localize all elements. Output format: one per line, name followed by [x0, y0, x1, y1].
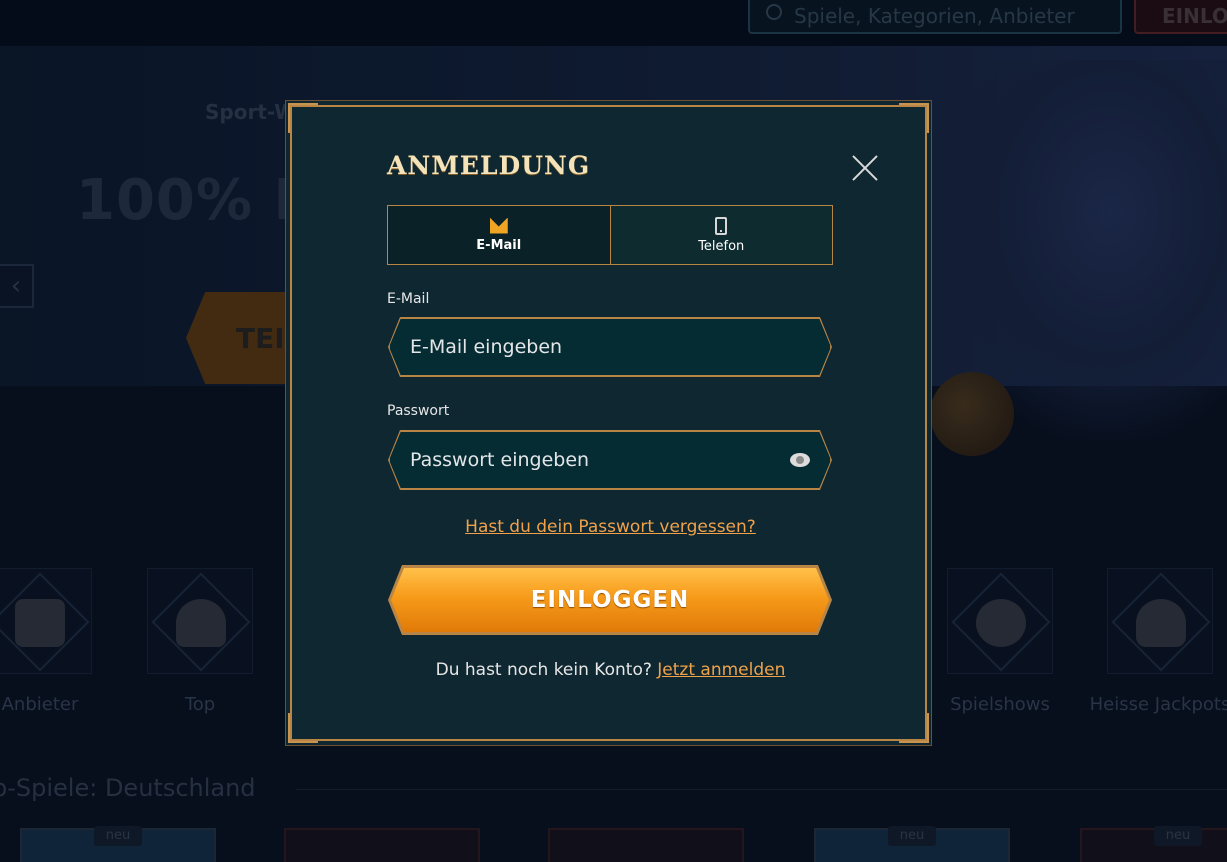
modal-title: ANMELDUNG [387, 151, 591, 180]
no-account-text: Du hast noch kein Konto? [435, 660, 652, 680]
corner-ornament [288, 713, 318, 743]
email-label: E-Mail [387, 291, 430, 307]
corner-ornament [899, 713, 929, 743]
password-input[interactable] [390, 432, 830, 488]
phone-icon [715, 216, 728, 235]
corner-ornament [899, 103, 929, 133]
tab-email[interactable]: E-Mail [388, 206, 610, 264]
signup-link[interactable]: Jetzt anmelden [657, 660, 785, 680]
password-field [389, 431, 831, 489]
close-icon[interactable] [850, 153, 880, 183]
tab-email-label: E-Mail [476, 237, 522, 253]
forgot-password-link[interactable]: Hast du dein Passwort vergessen? [292, 517, 929, 537]
login-method-tabs: E-Mail Telefon [387, 205, 833, 265]
eye-icon[interactable] [790, 453, 810, 467]
signup-row: Du hast noch kein Konto? Jetzt anmelden [292, 660, 929, 680]
password-label: Passwort [387, 403, 450, 419]
login-button[interactable]: EINLOGGEN [391, 568, 829, 632]
email-field [389, 318, 831, 376]
tab-phone-label: Telefon [698, 238, 745, 254]
email-input[interactable] [390, 319, 830, 375]
login-modal: ANMELDUNG E-Mail Telefon E-Mail Passwort… [288, 103, 929, 743]
tab-phone[interactable]: Telefon [609, 206, 832, 264]
mail-icon [489, 217, 508, 234]
corner-ornament [288, 103, 318, 133]
